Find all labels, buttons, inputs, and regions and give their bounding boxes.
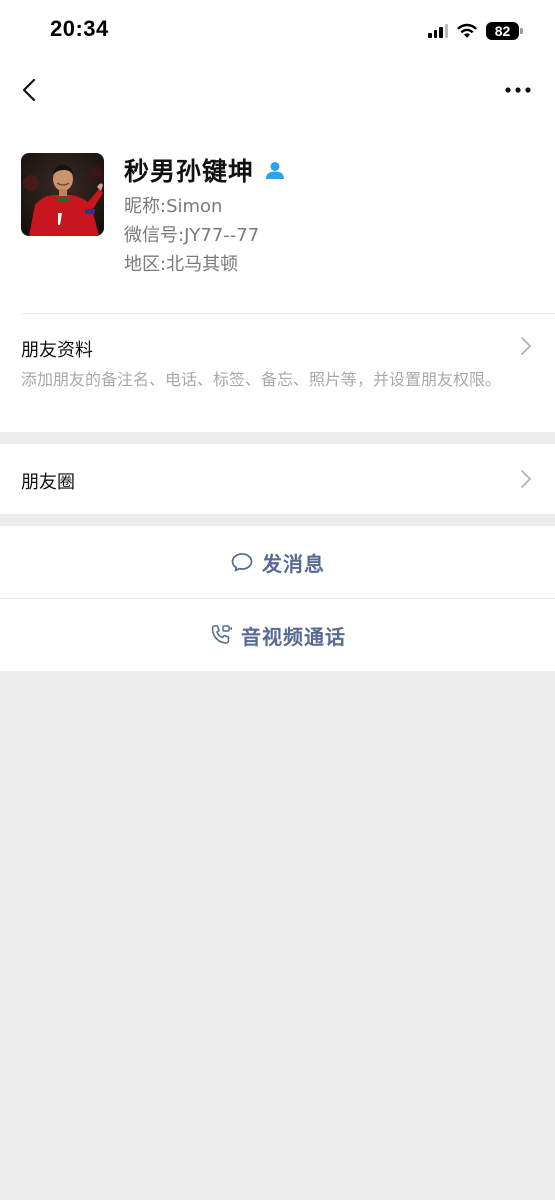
region-label: 地区:: [124, 254, 167, 275]
cellular-signal-icon: [428, 24, 448, 38]
battery-indicator: 82: [486, 22, 523, 40]
phone-video-icon: [209, 623, 233, 647]
video-call-button[interactable]: 音视频通话: [0, 599, 555, 671]
send-message-label: 发消息: [262, 551, 325, 576]
moments-title: 朋友圈: [21, 472, 75, 493]
friend-badge-icon: [264, 159, 286, 181]
region-row: 地区:北马其顿: [124, 250, 238, 276]
chevron-left-icon: [22, 78, 36, 102]
wifi-icon: [457, 23, 477, 38]
name-row: 秒男孙键坤: [124, 152, 286, 188]
avatar-image: [21, 153, 104, 236]
profile-card: 秒男孙键坤 昵称:Simon 微信号:JY77--77 地区:北马其顿: [0, 118, 555, 314]
chevron-right-icon: [521, 337, 531, 355]
avatar[interactable]: [21, 153, 104, 236]
friend-info-cell[interactable]: 朋友资料 添加朋友的备注名、电话、标签、备忘、照片等，并设置朋友权限。: [0, 314, 555, 432]
nickname-row: 昵称:Simon: [124, 192, 222, 218]
status-time: 20:34: [50, 16, 109, 41]
video-call-label: 音视频通话: [241, 624, 346, 649]
more-options-button[interactable]: [503, 76, 533, 104]
profile-name: 秒男孙键坤: [124, 157, 255, 186]
friend-info-description: 添加朋友的备注名、电话、标签、备忘、照片等，并设置朋友权限。: [21, 370, 502, 389]
wechat-id-row: 微信号:JY77--77: [124, 221, 259, 247]
nickname-label: 昵称:: [124, 196, 167, 217]
send-message-button[interactable]: 发消息: [0, 526, 555, 598]
wechat-id-value: JY77--77: [184, 225, 260, 246]
wechat-id-label: 微信号:: [124, 225, 185, 246]
chevron-right-icon: [521, 470, 531, 488]
ellipsis-icon: [505, 87, 531, 93]
chat-bubble-icon: [230, 550, 254, 574]
region-value: 北马其顿: [166, 254, 239, 275]
status-icons: 82: [428, 20, 523, 42]
status-bar: 20:34 82: [0, 0, 555, 62]
back-button[interactable]: [16, 74, 42, 106]
friend-info-title: 朋友资料: [21, 340, 93, 361]
moments-cell[interactable]: 朋友圈: [0, 444, 555, 514]
nav-bar: [0, 62, 555, 118]
nickname-value: Simon: [166, 196, 223, 217]
